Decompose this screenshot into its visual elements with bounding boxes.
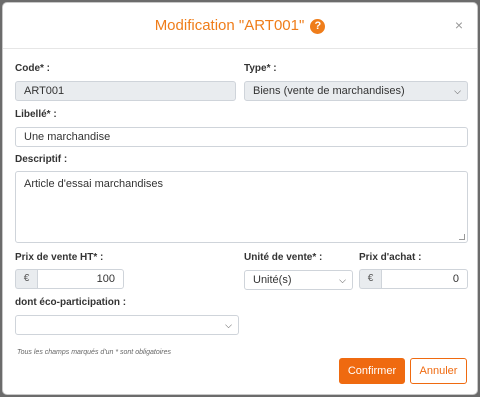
libelle-label: Libellé* : <box>15 109 57 120</box>
euro-icon: € <box>359 269 381 289</box>
type-select[interactable]: Biens (vente de marchandises) ⌵ <box>244 81 468 101</box>
eco-participation-select[interactable]: ⌵ <box>15 315 239 335</box>
prix-vente-label: Prix de vente HT* : <box>15 252 104 263</box>
descriptif-value: Article d'essai marchandises <box>24 178 164 190</box>
modal-title-wrap: Modification "ART001"? <box>3 17 477 34</box>
help-icon[interactable]: ? <box>310 19 326 34</box>
prix-achat-label: Prix d'achat : <box>359 252 422 263</box>
unite-vente-label: Unité de vente* : <box>244 252 323 263</box>
libelle-input[interactable]: Une marchandise <box>15 127 468 147</box>
modal-header: Modification "ART001"? × <box>3 3 477 49</box>
cancel-button[interactable]: Annuler <box>410 358 467 384</box>
prix-vente-group: € 100 <box>15 269 124 289</box>
close-icon[interactable]: × <box>455 17 463 33</box>
prix-vente-input[interactable]: 100 <box>37 269 124 289</box>
eco-participation-label: dont éco-participation : <box>15 297 127 308</box>
modal-title: Modification "ART001" <box>154 17 305 34</box>
modal-dialog: Modification "ART001"? × Code* : ART001 … <box>2 2 478 395</box>
unite-vente-value: Unité(s) <box>253 274 292 286</box>
code-label: Code* : <box>15 63 50 74</box>
euro-icon: € <box>15 269 37 289</box>
unite-vente-select[interactable]: Unité(s) ⌵ <box>244 270 353 290</box>
confirm-button[interactable]: Confirmer <box>339 358 405 384</box>
prix-achat-group: € 0 <box>359 269 468 289</box>
code-field[interactable]: ART001 <box>15 81 236 101</box>
descriptif-label: Descriptif : <box>15 154 68 165</box>
type-select-value: Biens (vente de marchandises) <box>253 85 405 97</box>
type-label: Type* : <box>244 63 277 74</box>
chevron-down-icon: ⌵ <box>454 86 461 96</box>
required-fields-note: Tous les champs marqués d'un * sont obli… <box>17 349 171 356</box>
descriptif-textarea[interactable]: Article d'essai marchandises <box>15 171 468 243</box>
resize-handle[interactable] <box>459 234 465 240</box>
chevron-down-icon: ⌵ <box>225 320 232 330</box>
chevron-down-icon: ⌵ <box>339 275 346 285</box>
prix-achat-input[interactable]: 0 <box>381 269 468 289</box>
